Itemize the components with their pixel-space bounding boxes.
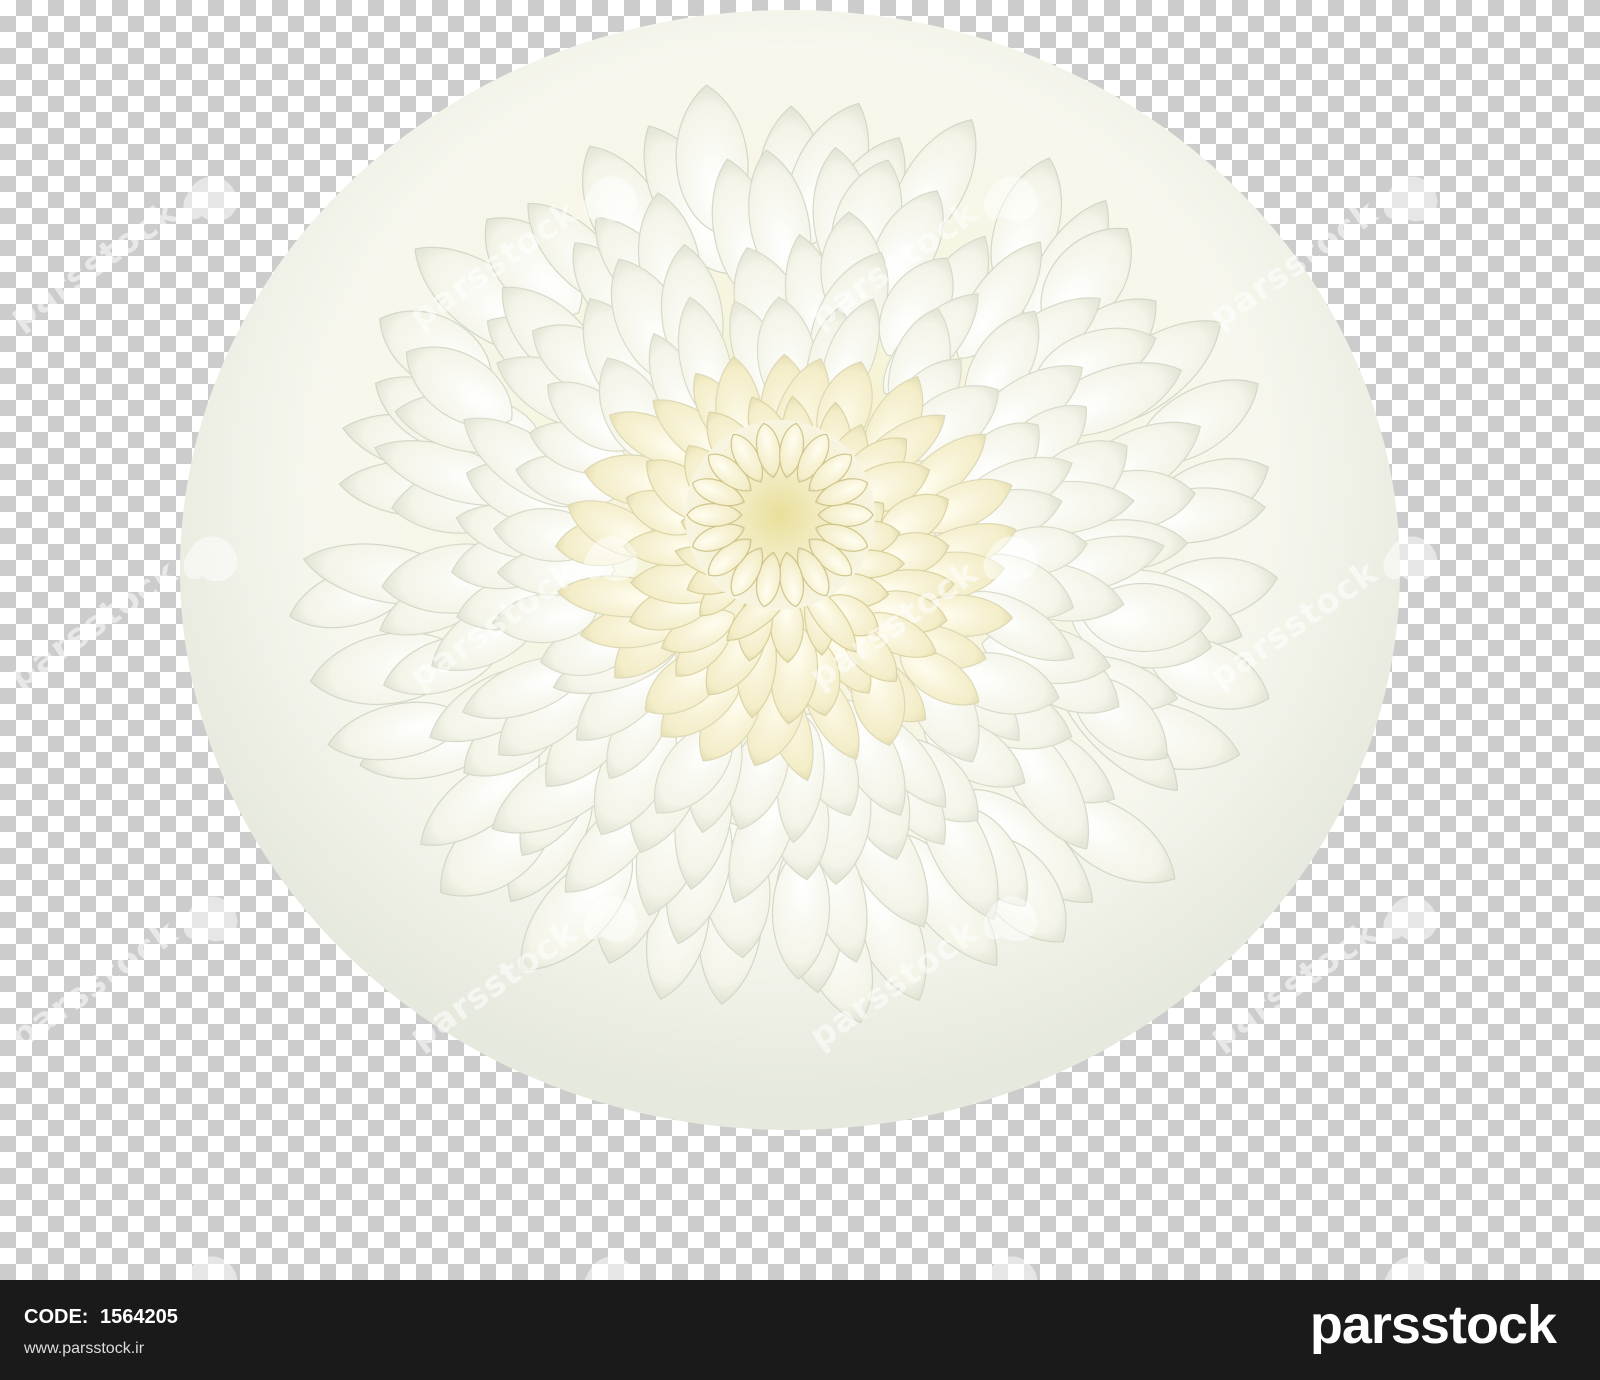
code-value: 1564205 (100, 1306, 178, 1328)
white-chrysanthemum-flower (180, 10, 1400, 1130)
parsstock-brand-logo: parsstock (1309, 1295, 1557, 1355)
transparent-checkerboard-background: parsstock parsstock parsstock parsstock pars… (0, 0, 1600, 1280)
footer-bar: CODE: 1564205 www.parsstock.ir parsstock (0, 1280, 1600, 1380)
image-frame: parsstock parsstock parsstock parsstock pars… (0, 0, 1600, 1380)
image-code: CODE: 1564205 (24, 1306, 184, 1329)
code-label: CODE: (24, 1306, 89, 1328)
website-url[interactable]: www.parsstock.ir (24, 1340, 144, 1358)
